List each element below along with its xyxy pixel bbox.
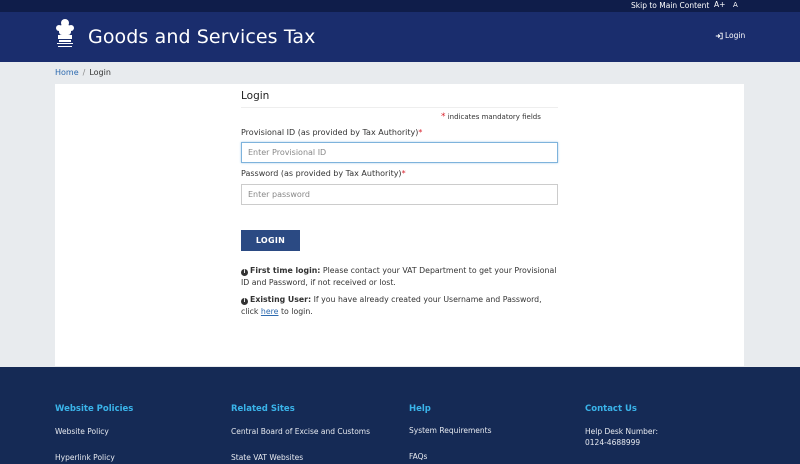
site-header: Goods and Services Tax Login — [0, 12, 800, 62]
site-footer: Website Policies Website Policy Hyperlin… — [0, 367, 800, 464]
existing-user-info: i Existing User: If you have already crea… — [241, 294, 561, 318]
national-emblem-icon[interactable] — [54, 18, 76, 52]
footer-help-desk-number: 0124-4688999 — [585, 438, 641, 447]
footer-link-website-policy[interactable]: Website Policy — [55, 427, 109, 436]
footer-link-cbec[interactable]: Central Board of Excise and Customs — [231, 427, 370, 436]
breadcrumb: Home / Login — [55, 68, 111, 77]
required-star: * — [401, 169, 406, 178]
font-normal-button[interactable]: A — [733, 1, 738, 9]
footer-heading-related: Related Sites — [231, 404, 295, 414]
info-icon: i — [241, 298, 248, 305]
footer-link-faqs[interactable]: FAQs — [409, 452, 427, 461]
provisional-id-label: Provisional ID (as provided by Tax Autho… — [241, 128, 422, 137]
footer-link-hyperlink-policy[interactable]: Hyperlink Policy — [55, 453, 115, 462]
footer-link-system-requirements[interactable]: System Requirements — [409, 426, 492, 435]
mandatory-note: * indicates mandatory fields — [441, 112, 541, 122]
provisional-id-placeholder: Enter Provisional ID — [248, 148, 327, 157]
login-panel — [55, 84, 744, 366]
footer-help-desk-label: Help Desk Number: — [585, 427, 659, 436]
header-login-link[interactable]: Login — [715, 31, 745, 40]
font-increase-button[interactable]: A+ — [714, 0, 725, 9]
provisional-id-label-text: Provisional ID (as provided by Tax Autho… — [241, 128, 419, 137]
login-button[interactable]: LOGIN — [241, 230, 300, 251]
existing-user-here-link[interactable]: here — [261, 307, 279, 316]
first-time-login-info: i First time login: Please contact your V… — [241, 265, 561, 289]
footer-heading-help: Help — [409, 404, 431, 414]
provisional-id-input[interactable]: Enter Provisional ID — [241, 142, 558, 163]
footer-heading-contact: Contact Us — [585, 404, 637, 414]
footer-heading-policies: Website Policies — [55, 404, 134, 414]
header-login-label: Login — [725, 31, 746, 40]
form-title: Login — [241, 90, 270, 102]
password-placeholder: Enter password — [248, 190, 310, 199]
breadcrumb-separator: / — [82, 68, 86, 77]
first-time-heading: First time login: — [250, 266, 321, 275]
required-star: * — [441, 112, 446, 122]
title-divider — [241, 107, 558, 108]
top-utility-bar: Skip to Main Content A+ A — [0, 0, 800, 12]
existing-user-text-end: to login. — [280, 307, 313, 316]
required-star: * — [418, 128, 423, 137]
breadcrumb-current: Login — [89, 68, 111, 77]
skip-to-main-link[interactable]: Skip to Main Content — [631, 1, 709, 10]
password-input[interactable]: Enter password — [241, 184, 558, 205]
existing-user-heading: Existing User: — [250, 295, 312, 304]
sign-in-icon — [715, 32, 723, 39]
password-label-text: Password (as provided by Tax Authority) — [241, 169, 402, 178]
info-icon: i — [241, 269, 248, 276]
mandatory-note-text: indicates mandatory fields — [447, 113, 541, 121]
site-title[interactable]: Goods and Services Tax — [88, 26, 315, 48]
password-label: Password (as provided by Tax Authority)* — [241, 169, 406, 178]
breadcrumb-home[interactable]: Home — [55, 68, 79, 77]
footer-link-state-vat[interactable]: State VAT Websites — [231, 453, 303, 462]
